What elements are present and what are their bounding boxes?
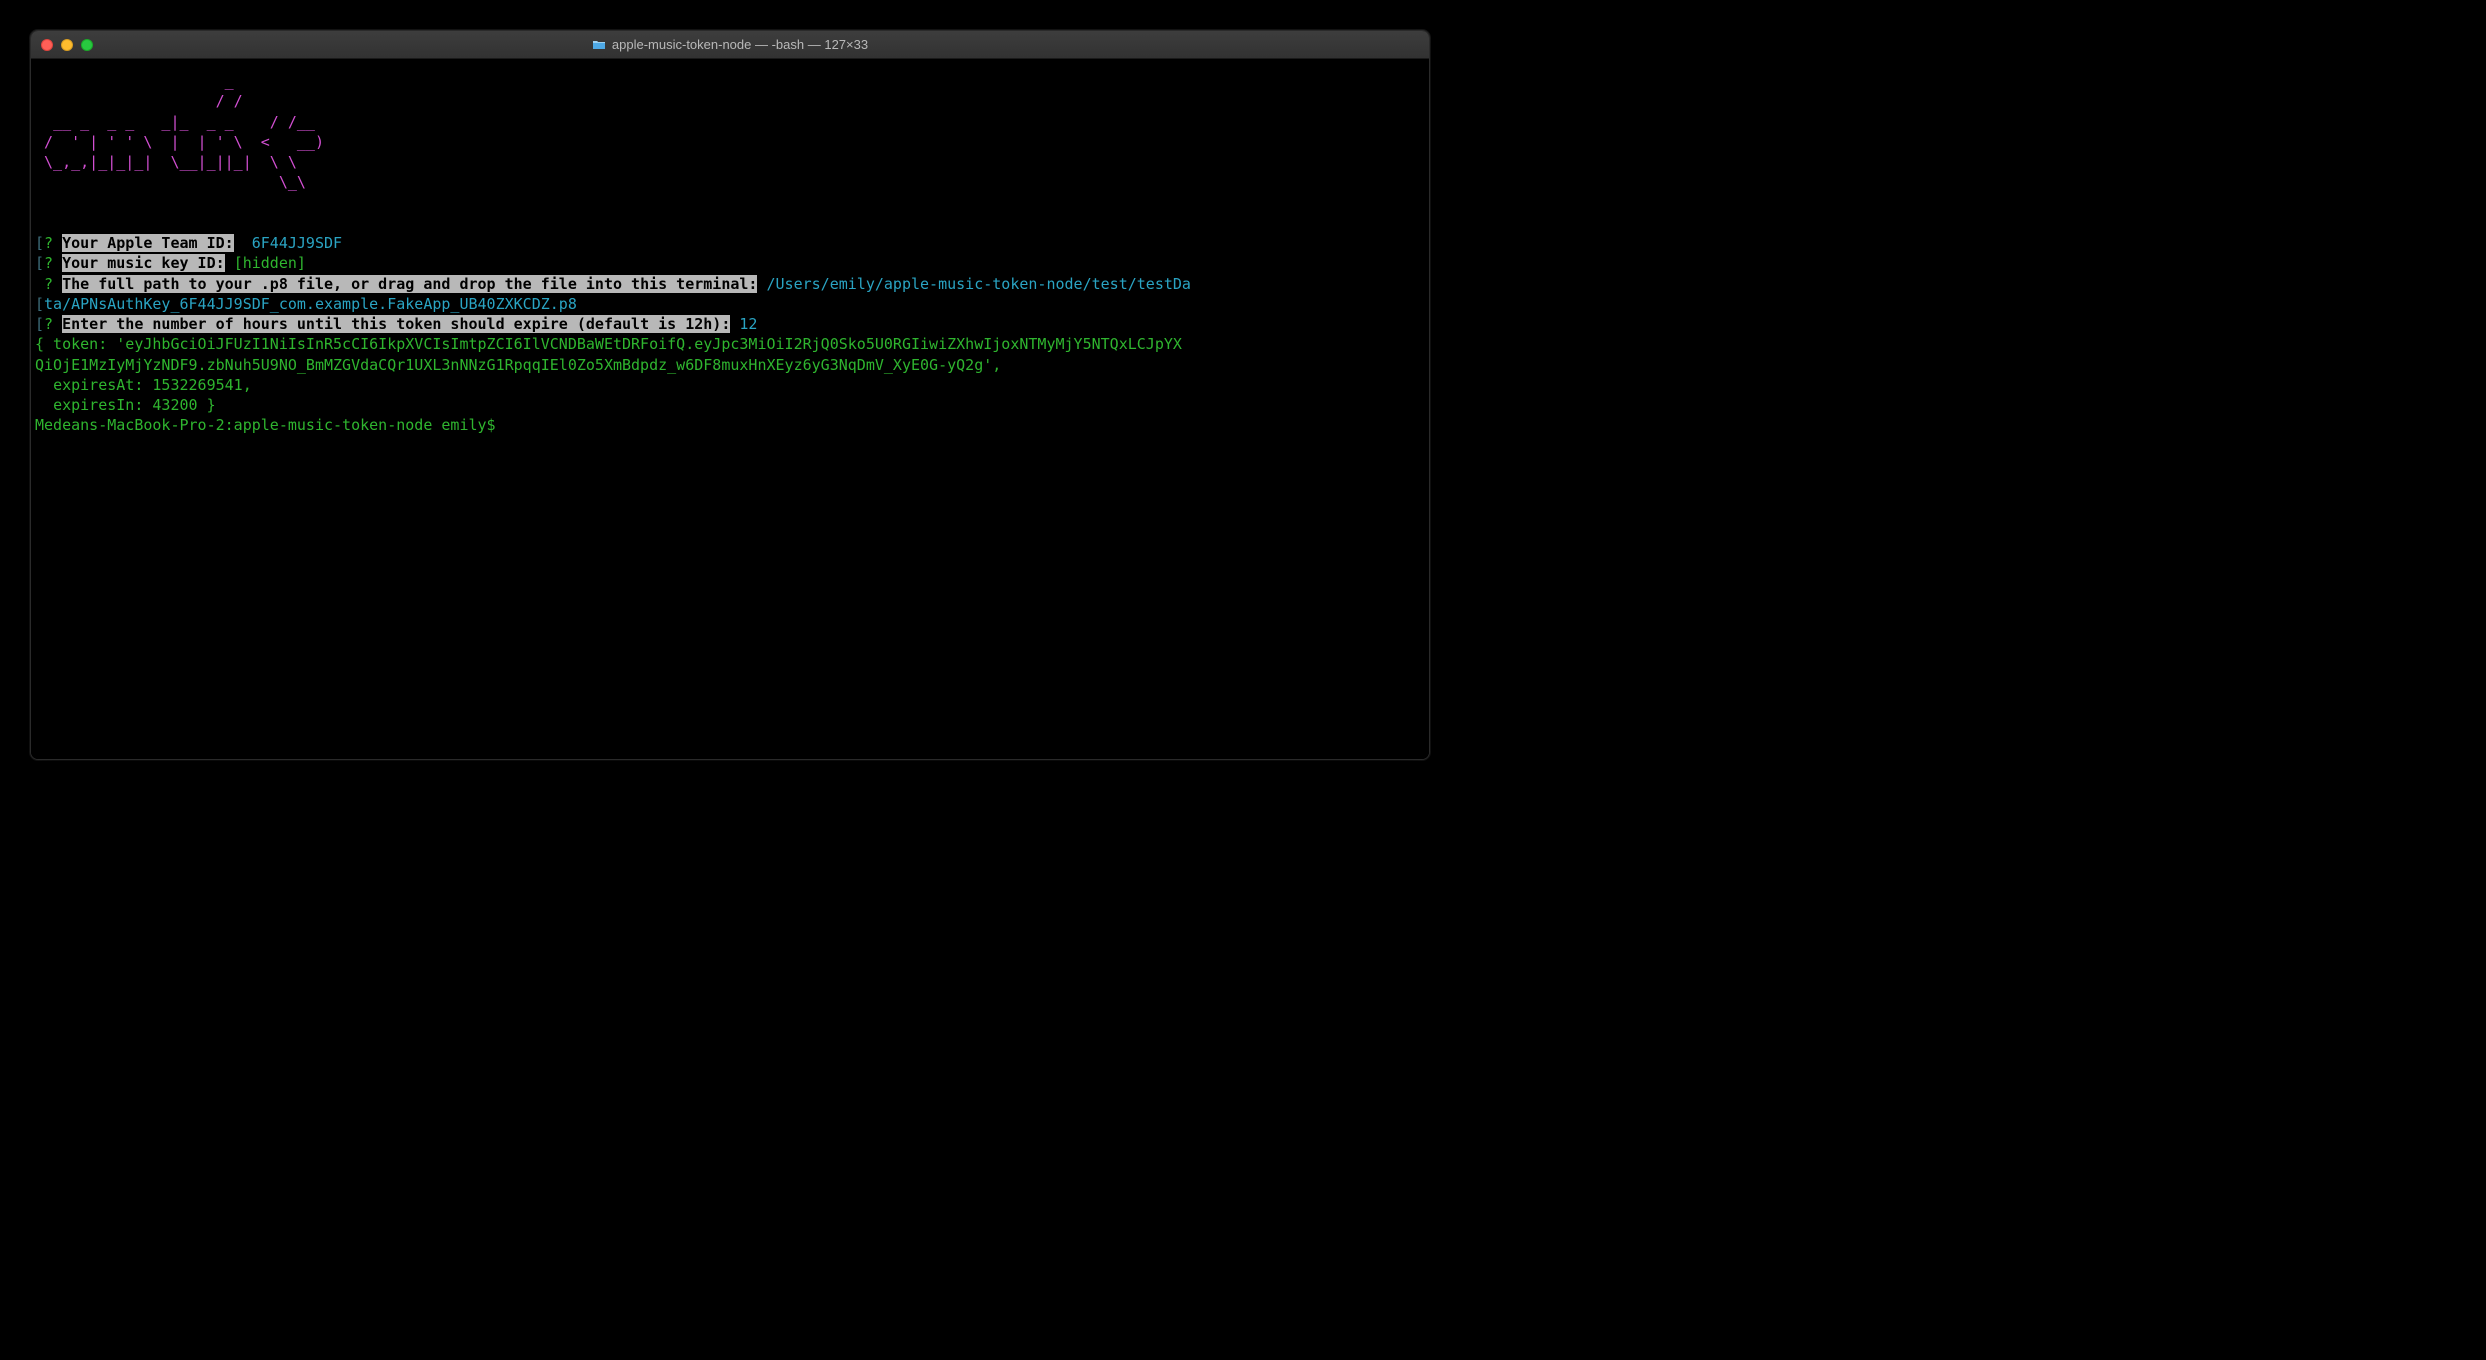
bracket-open: [	[35, 254, 44, 272]
p8-path-label: The full path to your .p8 file, or drag …	[62, 275, 757, 293]
folder-icon	[592, 39, 606, 50]
window-controls	[41, 39, 93, 51]
p8-path-value: /Users/emily/apple-music-token-node/test…	[767, 275, 1191, 293]
terminal-body[interactable]: _ / / __ _ _ _ _|_ _ _ / /__ / ' | ' ' \…	[31, 59, 1429, 759]
bracket-open: [	[35, 295, 44, 313]
window-title: apple-music-token-node — -bash — 127×33	[41, 37, 1419, 52]
question-mark-icon: ?	[44, 275, 53, 293]
bracket-open: [	[35, 315, 44, 333]
ascii-art-line: _	[35, 71, 1425, 91]
output-expires-at: expiresAt: 1532269541,	[35, 375, 1425, 395]
blank-line	[35, 193, 1425, 213]
prompt-music-key: [? Your music key ID: [hidden]	[35, 253, 1425, 273]
output-token-line: QiOjE1MzIyMjYzNDF9.zbNuh5U9NO_BmMZGVdaCQ…	[35, 355, 1425, 375]
question-mark-icon: ?	[44, 234, 53, 252]
music-key-value: [hidden]	[234, 254, 306, 272]
music-key-label: Your music key ID:	[62, 254, 225, 272]
question-mark-icon: ?	[44, 254, 53, 272]
prompt-p8-path: ? The full path to your .p8 file, or dra…	[35, 274, 1425, 294]
prompt-team-id: [? Your Apple Team ID: 6F44JJ9SDF	[35, 233, 1425, 253]
ascii-art-line: / /	[35, 91, 1425, 111]
close-button[interactable]	[41, 39, 53, 51]
terminal-window: apple-music-token-node — -bash — 127×33 …	[30, 30, 1430, 760]
prompt-p8-path-wrap: [ta/APNsAuthKey_6F44JJ9SDF_com.example.F…	[35, 294, 1425, 314]
p8-path-value-cont: ta/APNsAuthKey_6F44JJ9SDF_com.example.Fa…	[44, 295, 577, 313]
window-title-text: apple-music-token-node — -bash — 127×33	[612, 37, 868, 52]
window-titlebar[interactable]: apple-music-token-node — -bash — 127×33	[31, 31, 1429, 59]
ascii-art-line: \_\	[35, 172, 1425, 192]
bracket-open: [	[35, 234, 44, 252]
output-expires-in: expiresIn: 43200 }	[35, 395, 1425, 415]
hours-label: Enter the number of hours until this tok…	[62, 315, 730, 333]
shell-prompt[interactable]: Medeans-MacBook-Pro-2:apple-music-token-…	[35, 415, 1425, 435]
ascii-art-line: / ' | ' ' \ | | ' \ < __)	[35, 132, 1425, 152]
ascii-art-line: __ _ _ _ _|_ _ _ / /__	[35, 112, 1425, 132]
ascii-art-line: \_,_,|_|_|_| \__|_||_| \ \	[35, 152, 1425, 172]
hours-value: 12	[739, 315, 757, 333]
blank-line	[35, 213, 1425, 233]
zoom-button[interactable]	[81, 39, 93, 51]
team-id-value: 6F44JJ9SDF	[243, 234, 342, 252]
question-mark-icon: ?	[44, 315, 53, 333]
minimize-button[interactable]	[61, 39, 73, 51]
output-token-line: { token: 'eyJhbGciOiJFUzI1NiIsInR5cCI6Ik…	[35, 334, 1425, 354]
team-id-label: Your Apple Team ID:	[62, 234, 234, 252]
prompt-hours: [? Enter the number of hours until this …	[35, 314, 1425, 334]
